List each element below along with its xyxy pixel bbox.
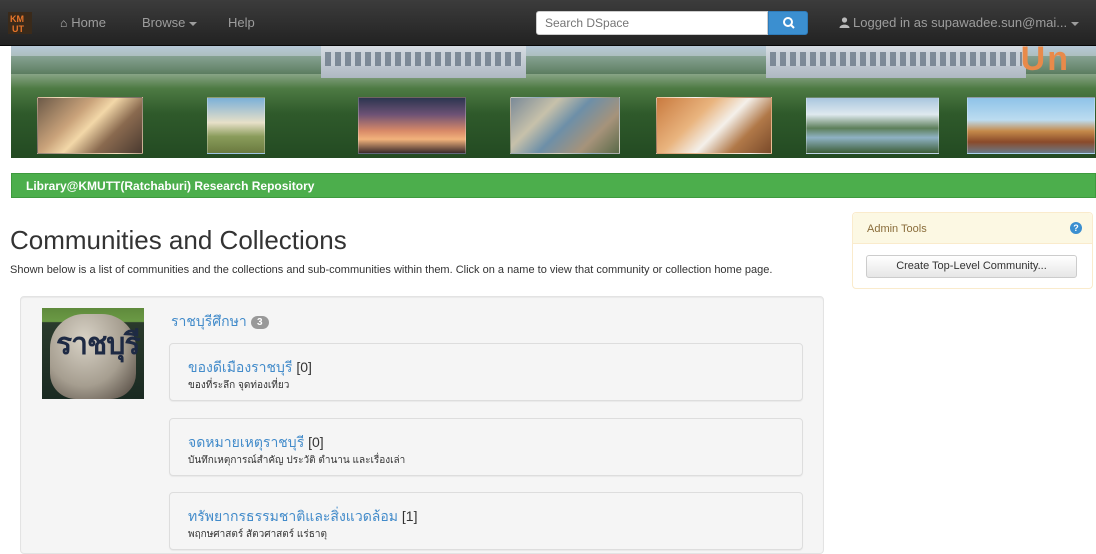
banner-building: [321, 46, 526, 78]
search-input[interactable]: [536, 11, 768, 35]
page-intro: Shown below is a list of communities and…: [10, 264, 773, 276]
nav-home-label: Home: [71, 15, 106, 30]
user-icon: [839, 17, 850, 28]
community-logo-text: ราชบุรี: [56, 328, 140, 361]
banner-photo-craftsman: [656, 97, 772, 154]
community-title-link[interactable]: ราชบุรีศึกษา 3: [171, 311, 269, 333]
banner-photo-buddha: [37, 97, 143, 154]
search-button[interactable]: [768, 11, 808, 35]
banner-photo-temple: [967, 97, 1095, 154]
collection-title-link[interactable]: ทรัพยากรธรรมชาติและสิ่งแวดล้อม [1]: [188, 506, 417, 528]
collection-item: ทรัพยากรธรรมชาติและสิ่งแวดล้อม [1] พฤกษศ…: [169, 492, 803, 550]
nav-browse-label: Browse: [142, 15, 186, 30]
help-icon[interactable]: ?: [1070, 222, 1082, 234]
top-navbar: KM UT ⌂Home Browse Help Logged in as sup…: [0, 0, 1096, 46]
banner-photo-river: [806, 97, 939, 154]
collection-description: ของที่ระลึก จุดท่องเที่ยว: [188, 380, 290, 391]
kmutt-logo[interactable]: KM UT: [8, 12, 32, 34]
collection-item: ของดีเมืองราชบุรี [0] ของที่ระลึก จุดท่อ…: [169, 343, 803, 401]
community-name: ราชบุรีศึกษา: [171, 313, 247, 329]
collection-description: พฤกษศาสตร์ สัตวศาสตร์ แร่ธาตุ: [188, 529, 327, 540]
collection-count: [1]: [401, 508, 418, 524]
collection-name: ทรัพยากรธรรมชาติและสิ่งแวดล้อม: [188, 508, 398, 524]
collection-title-link[interactable]: จดหมายเหตุราชบุรี [0]: [188, 432, 324, 454]
collection-count: [0]: [308, 434, 324, 450]
chevron-down-icon: [189, 21, 198, 26]
admin-tools-header: Admin Tools ?: [853, 213, 1092, 244]
banner-photo-sunset: [358, 97, 466, 154]
collection-count: [0]: [296, 359, 312, 375]
user-menu-dropdown[interactable]: Logged in as supawadee.sun@mai...: [839, 15, 1080, 30]
header-banner: Un: [11, 46, 1096, 158]
banner-building: [766, 46, 1026, 78]
nav-help-label: Help: [228, 15, 255, 30]
create-top-level-community-button[interactable]: Create Top-Level Community...: [866, 255, 1077, 278]
nav-browse-dropdown[interactable]: Browse: [142, 15, 198, 30]
repository-title[interactable]: Library@KMUTT(Ratchaburi) Research Repos…: [26, 179, 314, 193]
admin-tools-panel: Admin Tools ? Create Top-Level Community…: [852, 212, 1093, 289]
community-logo[interactable]: ราชบุรี: [42, 308, 144, 399]
home-icon: ⌂: [60, 16, 68, 30]
collection-item: จดหมายเหตุราชบุรี [0] บันทึกเหตุการณ์สำค…: [169, 418, 803, 476]
chevron-down-icon: [1071, 21, 1080, 26]
repository-breadcrumb-bar: Library@KMUTT(Ratchaburi) Research Repos…: [11, 173, 1096, 198]
page-title: Communities and Collections: [10, 225, 347, 255]
svg-text:UT: UT: [12, 24, 24, 34]
banner-photo-station: [207, 97, 265, 154]
collection-description: บันทึกเหตุการณ์สำคัญ ประวัติ ตำนาน และเร…: [188, 455, 406, 466]
banner-photo-market: [510, 97, 620, 154]
nav-help[interactable]: Help: [228, 15, 255, 30]
count-badge: 3: [250, 315, 269, 329]
collection-name: ของดีเมืองราชบุรี: [188, 359, 293, 375]
collection-name: จดหมายเหตุราชบุรี: [188, 434, 305, 450]
banner-logo-text: Un: [1020, 46, 1070, 78]
user-menu-label: Logged in as supawadee.sun@mai...: [853, 15, 1068, 30]
svg-text:KM: KM: [10, 14, 24, 24]
admin-tools-title: Admin Tools: [867, 223, 927, 235]
collection-title-link[interactable]: ของดีเมืองราชบุรี [0]: [188, 357, 312, 379]
nav-home[interactable]: ⌂ Home: [60, 15, 106, 30]
search-icon: [783, 17, 795, 29]
